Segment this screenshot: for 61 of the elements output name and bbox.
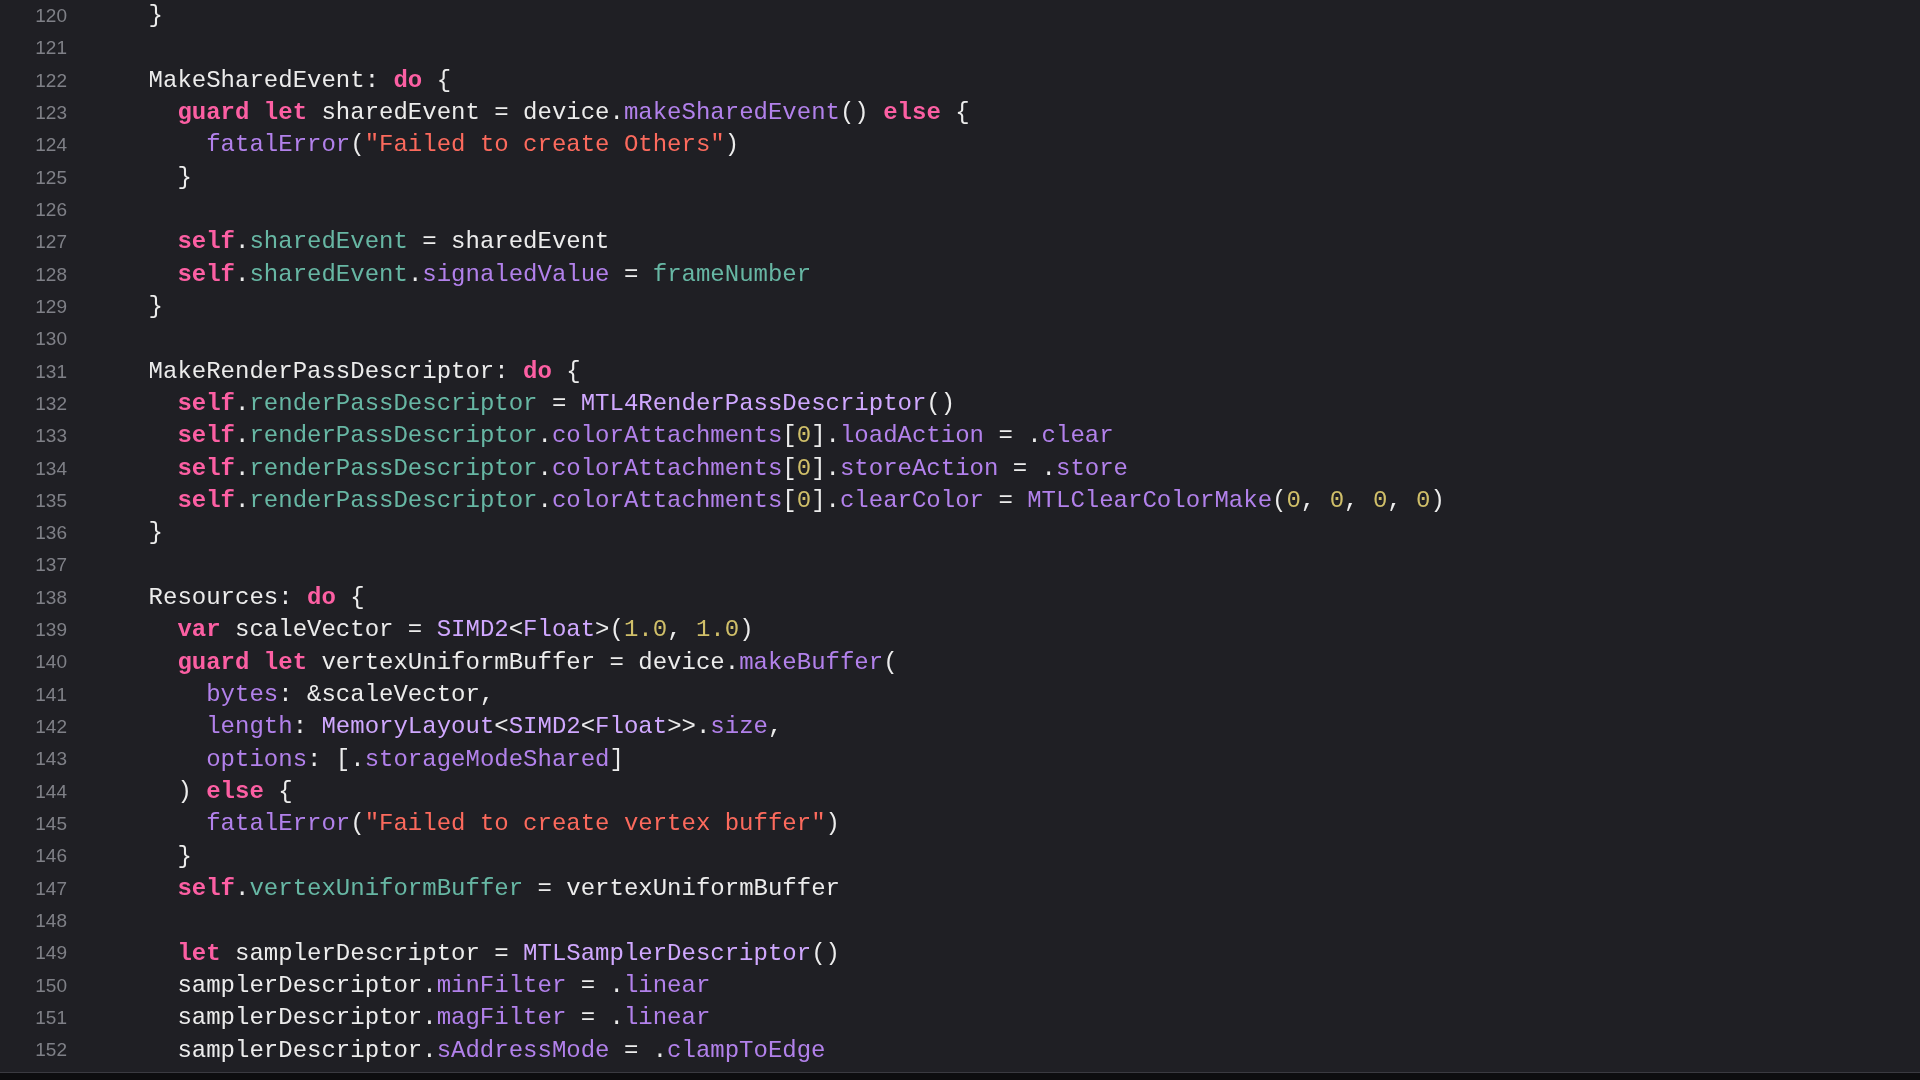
code-line: guard let sharedEvent = device.makeSharedEvent() else { <box>176 99 970 127</box>
line-number: 140 <box>35 650 67 675</box>
line-number: 141 <box>35 682 67 707</box>
line-number: 137 <box>35 553 67 578</box>
code-line: let samplerDescriptor = MTLSamplerDescriptor() <box>176 939 840 967</box>
line-number: 144 <box>35 779 67 804</box>
line-number: 143 <box>35 747 67 772</box>
code-line: fatalError("Failed to create Others") <box>205 131 740 159</box>
code-line: samplerDescriptor.sAddressMode = .clampToEdge <box>176 1036 826 1064</box>
code-line: ) else { <box>176 778 293 806</box>
line-number: 122 <box>35 68 67 93</box>
line-number: 133 <box>35 424 67 449</box>
line-number: 149 <box>35 941 67 966</box>
line-number: 150 <box>35 973 67 998</box>
code-line: self.sharedEvent.signaledValue = frameNumber <box>176 260 812 288</box>
line-number: 126 <box>35 197 67 222</box>
code-line: samplerDescriptor.minFilter = .linear <box>176 972 711 999</box>
code-line: self.renderPassDescriptor = MTL4RenderPassDescriptor() <box>176 390 956 418</box>
line-number: 145 <box>35 812 67 837</box>
code-line: self.renderPassDescriptor.colorAttachments[0].storeAction = .store <box>176 454 1128 482</box>
line-number: 148 <box>35 909 67 934</box>
code-line: MakeRenderPassDescriptor: do { <box>147 357 581 385</box>
line-number: 139 <box>35 618 67 643</box>
code-line: MakeSharedEvent: do { <box>147 66 452 94</box>
line-number: 127 <box>35 230 67 255</box>
code-line: bytes: &scaleVector, <box>205 681 495 709</box>
code-line: } <box>147 2 163 30</box>
line-number: 120 <box>35 3 67 28</box>
line-number: 151 <box>35 1006 67 1031</box>
code-line: } <box>176 163 192 191</box>
line-number: 130 <box>35 327 67 352</box>
code-line: var scaleVector = SIMD2<Float>(1.0, 1.0) <box>176 616 754 644</box>
code-line: options: [.storageModeShared] <box>205 745 624 773</box>
line-number: 134 <box>35 456 67 481</box>
code-line: self.sharedEvent = sharedEvent <box>176 228 610 256</box>
line-number: 147 <box>35 876 67 901</box>
line-number: 129 <box>35 294 67 319</box>
code-line: self.renderPassDescriptor.colorAttachments[0].loadAction = .clear <box>176 422 1114 450</box>
code-line: } <box>147 519 163 547</box>
code-line: guard let vertexUniformBuffer = device.makeBuffer( <box>176 648 898 676</box>
line-number: 123 <box>35 100 67 125</box>
line-number: 121 <box>35 36 67 61</box>
line-number: 124 <box>35 133 67 158</box>
line-number: 152 <box>35 1038 67 1063</box>
line-number: 146 <box>35 844 67 869</box>
code-line: samplerDescriptor.magFilter = .linear <box>176 1004 711 1032</box>
line-number: 131 <box>35 359 67 384</box>
line-number: 138 <box>35 585 67 610</box>
line-number: 136 <box>35 521 67 546</box>
code-line: self.vertexUniformBuffer = vertexUniformBuffer <box>176 875 840 902</box>
line-number: 135 <box>35 488 67 513</box>
code-line: } <box>176 842 192 870</box>
line-number: 132 <box>35 391 67 416</box>
code-line: self.renderPassDescriptor.colorAttachments[0].clearColor = MTLClearColorMake(0, 0, 0, 0) <box>176 487 1445 515</box>
line-number: 125 <box>35 165 67 190</box>
line-number: 128 <box>35 262 67 287</box>
code-line: length: MemoryLayout<SIMD2<Float>>.size, <box>205 713 783 741</box>
line-number: 142 <box>35 715 67 740</box>
code-line: Resources: do { <box>147 584 365 612</box>
code-line: } <box>147 293 163 321</box>
code-line: fatalError("Failed to create vertex buffer") <box>205 810 840 838</box>
